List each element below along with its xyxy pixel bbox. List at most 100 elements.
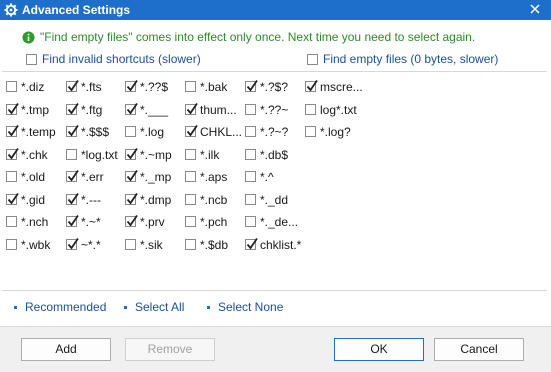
- file-type-label: *.db$: [260, 148, 289, 162]
- option-label: Find empty files (0 bytes, slower): [323, 52, 499, 66]
- checkbox[interactable]: [6, 216, 17, 227]
- checkbox[interactable]: [185, 81, 196, 92]
- file-type-label: log*.txt: [320, 103, 357, 117]
- file-type-label: *.fts: [81, 80, 102, 94]
- checkbox[interactable]: [66, 79, 79, 92]
- checkbox[interactable]: [66, 124, 79, 137]
- button-bar: Add Remove OK Cancel: [0, 326, 551, 372]
- checkbox[interactable]: [245, 194, 256, 205]
- checkbox[interactable]: [185, 194, 196, 205]
- bullet-icon: [14, 306, 17, 309]
- checkbox[interactable]: [245, 171, 256, 182]
- checkbox[interactable]: [245, 126, 256, 137]
- file-type-label: *.$$$: [81, 125, 110, 139]
- checkbox[interactable]: [6, 171, 17, 182]
- ok-button[interactable]: OK: [334, 338, 424, 361]
- checkbox[interactable]: [66, 214, 79, 227]
- file-type-label: *.?$?: [260, 80, 289, 94]
- file-type-label: mscre...: [320, 80, 363, 94]
- file-type-label: *.$db: [200, 238, 229, 252]
- file-type-label: *log.txt: [81, 148, 118, 162]
- checkbox[interactable]: [125, 126, 136, 137]
- checkbox[interactable]: [305, 79, 318, 92]
- checkbox[interactable]: [305, 126, 316, 137]
- file-type-label: *.log?: [320, 125, 351, 139]
- gear-icon: [4, 3, 18, 17]
- file-type-label: *._dd: [260, 193, 289, 207]
- bullet-icon: [124, 306, 127, 309]
- file-type-list: *.diz *.tmp *.temp *.chk *.old *.gid *.nch *.wb…: [2, 71, 547, 291]
- checkbox[interactable]: [66, 192, 79, 205]
- file-type-label: *.tmp: [21, 103, 50, 117]
- checkbox[interactable]: [66, 102, 79, 115]
- file-type-label: *.bak: [200, 80, 228, 94]
- file-type-label: *.prv: [140, 215, 165, 229]
- file-type-label: thum...: [200, 103, 237, 117]
- checkbox[interactable]: [305, 104, 316, 115]
- checkbox[interactable]: [26, 54, 37, 65]
- checkbox[interactable]: [245, 104, 256, 115]
- info-text: "Find empty files" comes into effect onl…: [40, 30, 476, 44]
- file-type-label: *.old: [21, 170, 46, 184]
- window-title: Advanced Settings: [22, 3, 131, 17]
- file-type-label: ~*.*: [81, 238, 101, 252]
- file-type-label: *.temp: [21, 125, 56, 139]
- file-type-label: *.ilk: [200, 148, 220, 162]
- file-type-label: *.log: [140, 125, 165, 139]
- checkbox[interactable]: [185, 124, 198, 137]
- file-type-label: *.ncb: [200, 193, 228, 207]
- file-type-label: *.___: [140, 103, 169, 117]
- checkbox[interactable]: [125, 169, 138, 182]
- checkbox[interactable]: [185, 149, 196, 160]
- checkbox[interactable]: [245, 237, 258, 250]
- checkbox[interactable]: [66, 237, 79, 250]
- option-label: Find invalid shortcuts (slower): [42, 52, 201, 66]
- checkbox[interactable]: [6, 239, 17, 250]
- checkbox[interactable]: [125, 79, 138, 92]
- bullet-icon: [207, 306, 210, 309]
- remove-button[interactable]: Remove: [125, 338, 215, 361]
- file-type-label: *.gid: [21, 193, 46, 207]
- checkbox[interactable]: [66, 149, 77, 160]
- file-type-label: *._mp: [140, 170, 172, 184]
- checkbox[interactable]: [6, 192, 19, 205]
- file-type-label: *.^: [260, 170, 274, 184]
- checkbox[interactable]: [245, 149, 256, 160]
- checkbox[interactable]: [307, 54, 318, 65]
- file-type-label: *.pch: [200, 215, 228, 229]
- file-type-label: *.err: [81, 170, 104, 184]
- file-type-label: *.diz: [21, 80, 45, 94]
- file-type-label: *.nch: [21, 215, 49, 229]
- checkbox[interactable]: [185, 216, 196, 227]
- file-type-label: *.chk: [21, 148, 48, 162]
- checkbox[interactable]: [185, 171, 196, 182]
- checkbox[interactable]: [245, 79, 258, 92]
- checkbox[interactable]: [185, 102, 198, 115]
- checkbox[interactable]: [125, 102, 138, 115]
- checkbox[interactable]: [125, 192, 138, 205]
- file-type-label: *.~mp: [140, 148, 172, 162]
- checkbox[interactable]: [6, 102, 19, 115]
- file-type-label: CHKL...: [200, 125, 243, 139]
- checkbox[interactable]: [185, 239, 196, 250]
- checkbox[interactable]: [66, 169, 79, 182]
- file-type-label: *.dmp: [140, 193, 172, 207]
- checkbox[interactable]: [6, 147, 19, 160]
- file-type-label: *.---: [81, 193, 101, 207]
- checkbox[interactable]: [6, 81, 17, 92]
- file-type-label: *.wbk: [21, 238, 51, 252]
- checkbox[interactable]: [125, 239, 136, 250]
- cancel-button[interactable]: Cancel: [434, 338, 524, 361]
- file-type-label: *.??~: [260, 103, 289, 117]
- file-type-label: *.sik: [140, 238, 163, 252]
- checkbox[interactable]: [125, 147, 138, 160]
- close-icon[interactable]: [528, 2, 542, 16]
- file-type-label: *.aps: [200, 170, 228, 184]
- checkbox[interactable]: [6, 124, 19, 137]
- file-type-label: *.?~?: [260, 125, 289, 139]
- checkbox[interactable]: [245, 216, 256, 227]
- file-type-label: *.??$: [140, 80, 169, 94]
- add-button[interactable]: Add: [21, 338, 111, 361]
- title-bar: Advanced Settings: [0, 0, 551, 20]
- checkbox[interactable]: [125, 214, 138, 227]
